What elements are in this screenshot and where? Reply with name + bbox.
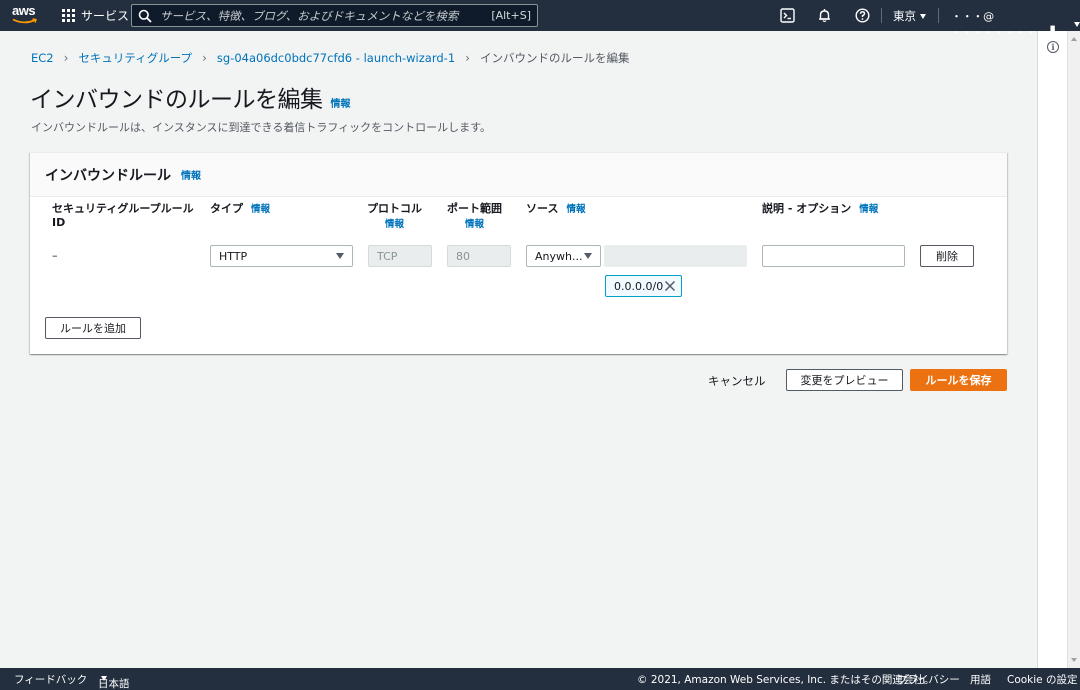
caret-down-icon [101, 676, 107, 681]
help-button[interactable] [854, 7, 871, 24]
region-label: 東京 [893, 9, 916, 23]
protocol-field: TCP [368, 245, 432, 267]
source-info-link[interactable]: 情報 [566, 204, 585, 215]
region-selector[interactable]: 東京 [893, 8, 926, 24]
grid-icon [62, 9, 75, 22]
vertical-scrollbar[interactable] [1067, 31, 1080, 668]
column-header-protocol: プロトコル 情報 [367, 202, 422, 232]
privacy-link[interactable]: プライバシー [897, 672, 960, 687]
caret-down-icon [584, 253, 592, 259]
port-range-info-link[interactable]: 情報 [447, 218, 502, 232]
page-title: インバウンドのルールを編集 [30, 87, 323, 113]
add-rule-button[interactable]: ルールを追加 [45, 317, 141, 339]
column-header-rule-id: セキュリティグループルール ID [52, 202, 194, 229]
caret-down-icon [336, 253, 344, 259]
top-navigation: aws サービス [Alt+S] [0, 0, 1080, 39]
description-info-link[interactable]: 情報 [859, 204, 878, 215]
description-input[interactable] [762, 245, 905, 267]
column-header-type: タイプ 情報 [210, 202, 271, 215]
delete-rule-button[interactable]: 削除 [920, 245, 974, 267]
info-icon[interactable]: i [1047, 41, 1059, 53]
caret-down-icon [920, 13, 926, 19]
services-menu-button[interactable]: サービス [62, 7, 129, 24]
nav-separator [938, 8, 939, 23]
port-range-field: 80 [447, 245, 511, 267]
page-info-link[interactable]: 情報 [331, 95, 351, 110]
breadcrumb-current: インバウンドのルールを編集 [479, 51, 630, 65]
panel-info-link[interactable]: 情報 [181, 167, 201, 182]
scroll-down-icon[interactable] [1071, 658, 1077, 662]
source-select-value: Anywh... [535, 249, 583, 263]
source-cidr-input[interactable] [618, 249, 763, 263]
token-label: 0.0.0.0/0 [614, 279, 664, 293]
save-rules-button[interactable]: ルールを保存 [910, 369, 1007, 391]
caret-down-icon [1074, 21, 1080, 27]
cancel-button[interactable]: キャンセル [708, 373, 766, 389]
breadcrumb-ec2[interactable]: EC2 [31, 51, 54, 65]
source-cidr-token: 0.0.0.0/0 [605, 275, 682, 297]
source-select[interactable]: Anywh... [526, 245, 601, 267]
protocol-info-link[interactable]: 情報 [367, 218, 422, 232]
scroll-up-icon[interactable] [1071, 37, 1077, 41]
column-header-description: 説明 - オプション 情報 [762, 202, 879, 215]
close-icon[interactable] [664, 280, 676, 292]
inbound-rules-panel: インバウンドルール 情報 セキュリティグループルール ID タイプ 情報 プロトコ… [30, 152, 1007, 354]
aws-logo-text: aws [12, 3, 36, 18]
rule-id-value: – [52, 249, 58, 262]
search-shortcut-hint: [Alt+S] [491, 9, 531, 22]
help-icon [855, 8, 870, 23]
global-search[interactable]: [Alt+S] [131, 4, 538, 27]
type-info-link[interactable]: 情報 [251, 204, 270, 215]
type-select-value: HTTP [219, 249, 248, 263]
panel-header: インバウンドルール 情報 [30, 153, 1007, 197]
cookie-settings-link[interactable]: Cookie の設定 [1007, 672, 1077, 687]
page-description: インバウンドルールは、インスタンスに到達できる着信トラフィックをコントロールしま… [31, 121, 492, 134]
tools-rail: i [1037, 31, 1067, 668]
search-input[interactable] [160, 8, 492, 23]
panel-title: インバウンドルール [45, 167, 171, 184]
chevron-right-icon: › [202, 51, 207, 65]
terminal-icon [780, 8, 795, 23]
nav-separator [881, 8, 882, 23]
preview-changes-button[interactable]: 変更をプレビュー [786, 369, 903, 391]
type-select[interactable]: HTTP [210, 245, 353, 267]
services-label: サービス [81, 9, 130, 23]
aws-smile-icon [12, 18, 37, 24]
terms-link[interactable]: 用語 [970, 672, 991, 687]
cloudshell-button[interactable] [779, 7, 796, 24]
footer: フィードバック 日本語 © 2021, Amazon Web Services,… [0, 668, 1080, 690]
chevron-right-icon: › [63, 51, 69, 65]
aws-logo[interactable]: aws [12, 3, 40, 27]
breadcrumb-security-groups[interactable]: セキュリティグループ [78, 50, 192, 66]
feedback-link[interactable]: フィードバック [14, 672, 87, 687]
search-icon [138, 9, 152, 23]
source-cidr-search[interactable] [604, 245, 763, 267]
breadcrumb: EC2 › セキュリティグループ › sg-04a06dc0bdc77cfd6 … [31, 50, 629, 66]
page-header: インバウンドのルールを編集 情報 [30, 80, 351, 114]
chevron-right-icon: › [465, 51, 470, 65]
column-header-source: ソース 情報 [526, 202, 586, 215]
bell-icon [819, 9, 830, 23]
notifications-button[interactable] [816, 7, 833, 24]
column-header-port-range: ポート範囲 情報 [447, 202, 502, 232]
breadcrumb-security-group[interactable]: sg-04a06dc0bdc77cfd6 - launch-wizard-1 [217, 51, 455, 65]
copyright-text: © 2021, Amazon Web Services, Inc. またはその関… [637, 674, 935, 686]
